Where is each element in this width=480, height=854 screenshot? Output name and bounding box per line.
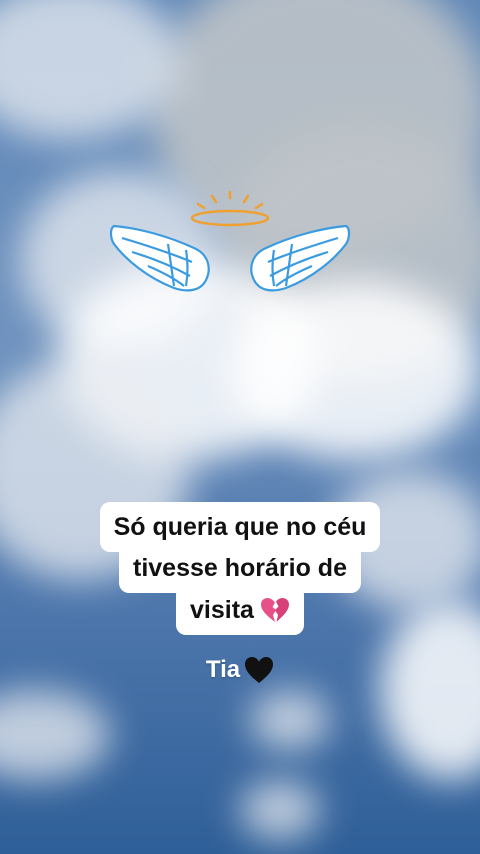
- broken-heart-emoji: [260, 598, 289, 622]
- cloud: [240, 780, 320, 840]
- cloud: [250, 690, 330, 750]
- halo-wings-sticker: [109, 190, 351, 292]
- halo-icon: [190, 190, 270, 227]
- cloud: [0, 690, 110, 780]
- black-heart-emoji: [245, 657, 274, 683]
- wing-right-icon: [250, 224, 351, 292]
- signature: Tia: [0, 656, 480, 684]
- caption: Só queria que no céu tivesse horário de …: [0, 502, 480, 635]
- wing-left-icon: [109, 224, 210, 292]
- caption-line-3: visita: [176, 585, 304, 635]
- cloud: [230, 280, 480, 460]
- signature-text: Tia: [205, 656, 241, 683]
- sky-background: [0, 0, 480, 854]
- caption-line-3-text: visita: [190, 595, 254, 624]
